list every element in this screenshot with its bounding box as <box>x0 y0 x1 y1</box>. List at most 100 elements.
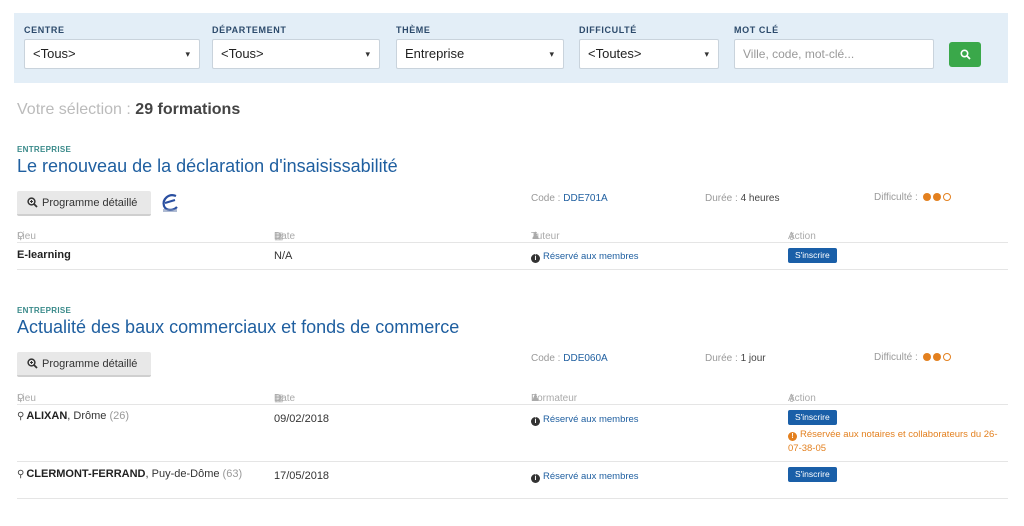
keyword-input[interactable]: Ville, code, mot-clé... <box>734 39 934 69</box>
header-person-label: Tuteur <box>531 231 560 242</box>
course-card: ENTREPRISE Le renouveau de la déclaratio… <box>17 145 1008 270</box>
difficulte-select[interactable]: <Toutes> ▾ <box>579 39 719 69</box>
program-detail-button[interactable]: Programme détaillé <box>17 352 151 377</box>
difficulty-dots <box>922 353 951 362</box>
course-duration: Durée : 4 heures <box>705 193 780 204</box>
duration-label: Durée : <box>705 353 738 364</box>
row-date: 17/05/2018 <box>274 470 330 482</box>
map-marker-icon: ⚲ <box>17 411 25 422</box>
header-action-label: Action <box>788 393 816 404</box>
row-lieu-name: E-learning <box>17 249 71 261</box>
info-icon: i <box>531 417 540 426</box>
course-card: ENTREPRISE Actualité des baux commerciau… <box>17 306 1008 501</box>
register-button[interactable]: S'inscrire <box>788 467 837 482</box>
filter-motcle-label: MOT CLÉ <box>734 25 779 35</box>
members-label: Réservé aux membres <box>543 414 639 425</box>
row-dept: , Puy-de-Dôme <box>145 468 220 480</box>
header-person-label: Formateur <box>531 393 578 404</box>
code-label: Code : <box>531 353 561 364</box>
row-dept-num: (63) <box>219 468 243 480</box>
duration-label: Durée : <box>705 193 738 204</box>
members-label: Réservé aux membres <box>543 471 639 482</box>
table-row: ⚲ CLERMONT-FERRAND, Puy-de-Dôme (63) 17/0… <box>17 463 1008 499</box>
theme-select[interactable]: Entreprise ▾ <box>396 39 564 69</box>
register-button[interactable]: S'inscrire <box>788 410 837 425</box>
difficulty-label: Difficulté : <box>874 192 918 203</box>
course-theme: ENTREPRISE <box>17 306 72 315</box>
row-action: S'inscrire <box>788 248 837 263</box>
row-dept: , Drôme <box>67 410 107 422</box>
filter-theme: THÈME Entreprise ▾ <box>396 23 564 69</box>
row-date: 09/02/2018 <box>274 413 330 425</box>
map-marker-icon: ⚲ <box>17 469 25 480</box>
duration-value: 4 heures <box>740 193 780 204</box>
filter-difficulte: DIFFICULTÉ <Toutes> ▾ <box>579 23 719 69</box>
filter-centre: CENTRE <Tous> ▾ <box>24 23 200 69</box>
theme-select-value: Entreprise <box>405 46 465 61</box>
row-members[interactable]: i Réservé aux membres <box>531 251 639 263</box>
difficulty-dot-filled <box>922 353 931 362</box>
header-lieu-label: Lieu <box>17 393 36 404</box>
filter-bar: CENTRE <Tous> ▾ DÉPARTEMENT <Tous> ▾ THÈ… <box>14 13 1008 83</box>
filter-centre-label: CENTRE <box>24 25 65 35</box>
row-date: N/A <box>274 250 293 262</box>
info-icon: i <box>531 474 540 483</box>
register-button[interactable]: S'inscrire <box>788 248 837 263</box>
header-lieu-label: Lieu <box>17 231 36 242</box>
program-detail-button[interactable]: Programme détaillé <box>17 191 151 216</box>
table-row: E-learning N/A i Réservé aux membres S'in… <box>17 244 1008 270</box>
program-detail-label: Programme détaillé <box>42 357 138 370</box>
centre-select-value: <Tous> <box>33 46 76 61</box>
course-difficulty: Difficulté : <box>874 352 951 363</box>
search-icon <box>959 49 971 60</box>
row-lieu: E-learning <box>17 249 71 261</box>
filter-motcle: MOT CLÉ Ville, code, mot-clé... <box>734 23 934 69</box>
difficulty-dot-empty <box>942 353 951 362</box>
chevron-down-icon: ▾ <box>185 49 190 59</box>
course-duration: Durée : 1 jour <box>705 353 766 364</box>
row-members[interactable]: i Réservé aux membres <box>531 471 639 483</box>
difficulty-dot-filled <box>932 353 941 362</box>
program-detail-label: Programme détaillé <box>42 196 138 209</box>
departement-select[interactable]: <Tous> ▾ <box>212 39 380 69</box>
row-city: ALIXAN <box>26 410 68 422</box>
row-lieu: ⚲ ALIXAN, Drôme (26) <box>17 410 129 422</box>
row-lieu: ⚲ CLERMONT-FERRAND, Puy-de-Dôme (63) <box>17 467 247 482</box>
e-learning-logo-icon <box>162 194 178 212</box>
zoom-in-icon <box>27 358 38 369</box>
difficulty-dot-empty <box>942 193 951 202</box>
row-dept-num: (26) <box>106 410 130 422</box>
row-action: S'inscrire ! Réservée aux notaires et col… <box>788 410 1008 456</box>
filter-theme-label: THÈME <box>396 25 431 35</box>
info-icon: i <box>531 254 540 263</box>
chevron-down-icon: ▾ <box>704 49 709 59</box>
warning-text: Réservée aux notaires et collaborateurs … <box>788 429 998 454</box>
code-value[interactable]: DDE060A <box>563 353 607 364</box>
course-title[interactable]: Le renouveau de la déclaration d'insaisi… <box>17 156 1008 177</box>
warning-icon: ! <box>788 432 797 441</box>
course-difficulty: Difficulté : <box>874 192 951 203</box>
chevron-down-icon: ▾ <box>365 49 370 59</box>
sessions-table-header: ⚲ Lieu ▦ Date ♟ Formateur ⚷ Action <box>17 387 1008 405</box>
centre-select[interactable]: <Tous> ▾ <box>24 39 200 69</box>
zoom-in-icon <box>27 197 38 208</box>
keyword-input-placeholder: Ville, code, mot-clé... <box>743 47 855 61</box>
search-button[interactable] <box>949 42 981 67</box>
course-title[interactable]: Actualité des baux commerciaux et fonds … <box>17 317 1008 338</box>
difficulty-dot-filled <box>922 193 931 202</box>
filter-departement-label: DÉPARTEMENT <box>212 25 287 35</box>
header-date-label: Date <box>274 231 296 242</box>
selection-total: 29 formations <box>135 101 241 118</box>
course-theme: ENTREPRISE <box>17 145 72 154</box>
duration-value: 1 jour <box>740 353 766 364</box>
code-value[interactable]: DDE701A <box>563 193 607 204</box>
departement-select-value: <Tous> <box>221 46 264 61</box>
code-label: Code : <box>531 193 561 204</box>
row-members[interactable]: i Réservé aux membres <box>531 414 639 426</box>
table-row: ⚲ ALIXAN, Drôme (26) 09/02/2018 i Réservé … <box>17 406 1008 462</box>
header-action-label: Action <box>788 231 816 242</box>
row-city: CLERMONT-FERRAND <box>26 468 146 480</box>
filter-departement: DÉPARTEMENT <Tous> ▾ <box>212 23 380 69</box>
restriction-warning: ! Réservée aux notaires et collaborateurs… <box>788 428 1008 456</box>
difficulty-dot-filled <box>932 193 941 202</box>
